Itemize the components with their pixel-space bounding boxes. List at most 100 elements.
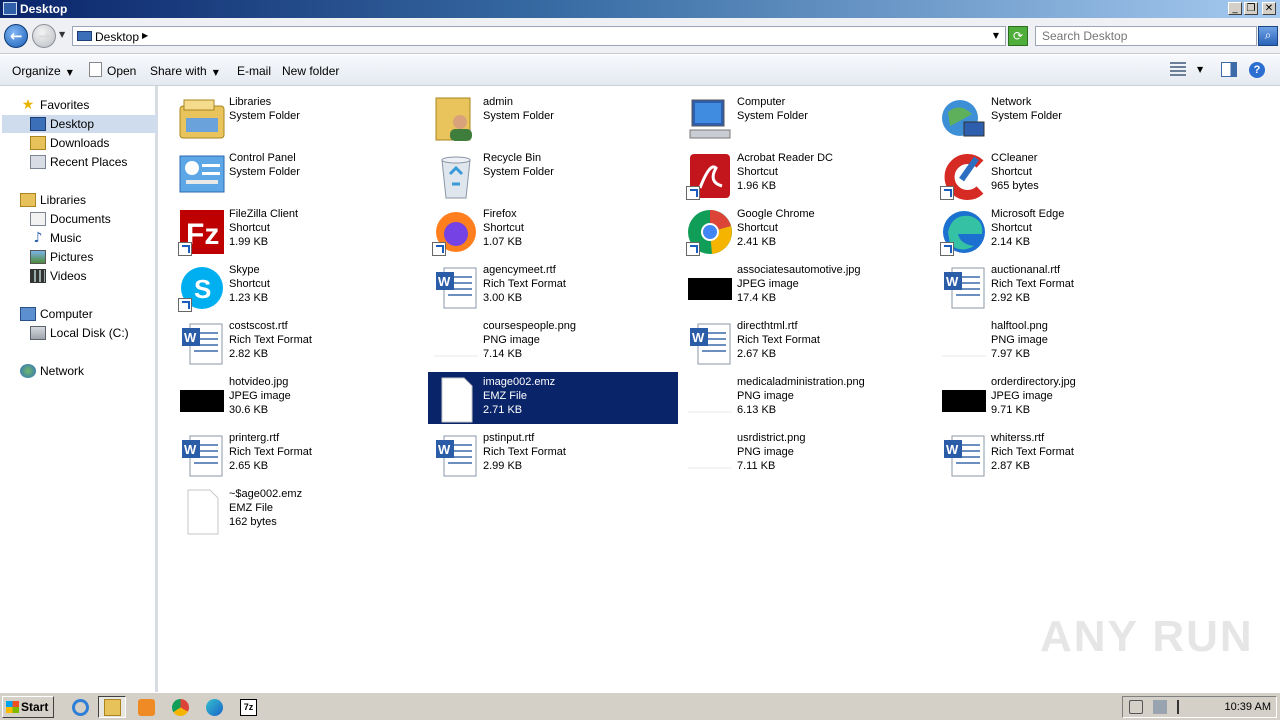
nav-documents[interactable]: Documents xyxy=(30,210,111,228)
nav-music[interactable]: ♪ Music xyxy=(30,229,82,247)
file-item[interactable]: Control Panel System Folder xyxy=(174,148,424,200)
file-item[interactable]: coursespeople.png PNG image 7.14 KB xyxy=(428,316,678,368)
network-tray-icon[interactable] xyxy=(1153,700,1167,714)
file-name: Skype xyxy=(229,264,260,276)
file-type: JPEG image xyxy=(991,390,1053,402)
file-item[interactable]: medicaladministration.png PNG image 6.13 K… xyxy=(682,372,932,424)
nav-label: Network xyxy=(40,364,85,378)
volume-icon[interactable] xyxy=(1129,700,1143,714)
file-item[interactable]: orderdirectory.jpg JPEG image 9.71 KB xyxy=(936,372,1186,424)
file-type: Rich Text Format xyxy=(483,278,566,290)
file-item[interactable]: ~$age002.emz EMZ File 162 bytes xyxy=(174,484,424,536)
recent-pages-dropdown[interactable]: ▼ xyxy=(59,30,65,39)
file-item[interactable]: Wprinterg.rtf Rich Text Format 2.65 KB xyxy=(174,428,424,480)
svg-text:W: W xyxy=(946,442,959,457)
file-size: 2.41 KB xyxy=(737,236,777,248)
edge-icon xyxy=(940,208,988,256)
address-box[interactable]: Desktop ▶ ▼ xyxy=(72,26,1006,46)
videos-icon xyxy=(30,269,46,283)
file-item[interactable]: Fz FileZilla Client Shortcut 1.99 KB xyxy=(174,204,424,256)
file-item[interactable]: Firefox Shortcut 1.07 KB xyxy=(428,204,678,256)
file-size: 2.71 KB xyxy=(483,404,523,416)
open-button[interactable]: Open xyxy=(107,64,136,78)
file-size: 1.96 KB xyxy=(737,180,777,192)
documents-icon xyxy=(30,212,46,226)
file-item[interactable]: Microsoft Edge Shortcut 2.14 KB xyxy=(936,204,1186,256)
taskbar-media-player[interactable] xyxy=(132,696,160,718)
nav-favorites[interactable]: ★ Favorites xyxy=(20,96,90,114)
file-item[interactable]: associatesautomotive.jpg JPEG image 17.4 K… xyxy=(682,260,932,312)
address-dropdown-icon[interactable]: ▼ xyxy=(993,31,999,40)
file-item[interactable]: Wwhiterss.rtf Rich Text Format 2.87 KB xyxy=(936,428,1186,480)
nav-network[interactable]: Network xyxy=(20,362,84,380)
file-type: Rich Text Format xyxy=(737,334,820,346)
file-item[interactable]: admin System Folder xyxy=(428,92,678,144)
start-button[interactable]: Start xyxy=(2,696,54,718)
7zip-icon: 7z xyxy=(240,699,257,716)
email-button[interactable]: E-mail xyxy=(237,64,271,78)
taskbar-explorer[interactable] xyxy=(98,696,126,718)
file-type: Shortcut xyxy=(991,222,1032,234)
file-item[interactable]: Wagencymeet.rtf Rich Text Format 3.00 KB xyxy=(428,260,678,312)
file-item[interactable]: Wauctionanal.rtf Rich Text Format 2.92 KB xyxy=(936,260,1186,312)
file-type: Shortcut xyxy=(483,222,524,234)
close-button[interactable]: ✕ xyxy=(1262,2,1276,15)
file-name: pstinput.rtf xyxy=(483,432,535,444)
file-item[interactable]: Network System Folder xyxy=(936,92,1186,144)
nav-computer[interactable]: Computer xyxy=(20,305,93,323)
search-input[interactable] xyxy=(1036,27,1236,45)
taskbar-edge[interactable] xyxy=(200,696,228,718)
file-item[interactable]: Recycle Bin System Folder xyxy=(428,148,678,200)
action-center-flag-icon[interactable] xyxy=(1177,700,1191,714)
user-folder-icon xyxy=(432,96,480,144)
nav-pictures[interactable]: Pictures xyxy=(30,248,93,266)
taskbar-ie[interactable] xyxy=(66,696,94,718)
file-item[interactable]: Computer System Folder xyxy=(682,92,932,144)
forward-arrow-icon: → xyxy=(38,27,51,45)
taskbar-7zip[interactable]: 7z xyxy=(234,696,262,718)
nav-recent-places[interactable]: Recent Places xyxy=(30,153,127,171)
file-item[interactable]: hotvideo.jpg JPEG image 30.6 KB xyxy=(174,372,424,424)
word-doc-icon: W xyxy=(178,432,226,480)
forward-button[interactable]: → xyxy=(32,24,56,48)
clock[interactable]: 10:39 AM xyxy=(1225,701,1271,713)
file-item[interactable]: Acrobat Reader DC Shortcut 1.96 KB xyxy=(682,148,932,200)
taskbar: Start 7z 10:39 AM xyxy=(0,692,1280,720)
file-item[interactable]: Wcostscost.rtf Rich Text Format 2.82 KB xyxy=(174,316,424,368)
word-doc-icon: W xyxy=(432,432,480,480)
nav-local-disk[interactable]: Local Disk (C:) xyxy=(30,324,129,342)
taskbar-chrome[interactable] xyxy=(166,696,194,718)
file-item[interactable]: Libraries System Folder xyxy=(174,92,424,144)
back-button[interactable]: ← xyxy=(4,24,28,48)
file-item[interactable]: image002.emz EMZ File 2.71 KB xyxy=(428,372,678,424)
file-type: Rich Text Format xyxy=(991,446,1074,458)
nav-libraries[interactable]: Libraries xyxy=(20,191,86,209)
file-item[interactable]: usrdistrict.png PNG image 7.11 KB xyxy=(682,428,932,480)
share-with-menu[interactable]: Share with ▼ xyxy=(150,64,219,78)
restore-button[interactable]: ❐ xyxy=(1244,2,1258,15)
nav-downloads[interactable]: Downloads xyxy=(30,134,109,152)
nav-label: Videos xyxy=(50,269,87,283)
file-size: 1.23 KB xyxy=(229,292,269,304)
file-size: 965 bytes xyxy=(991,180,1039,192)
star-icon: ★ xyxy=(21,97,35,113)
file-item[interactable]: Google Chrome Shortcut 2.41 KB xyxy=(682,204,932,256)
help-icon[interactable]: ? xyxy=(1249,62,1265,78)
file-item[interactable]: Wdirecthtml.rtf Rich Text Format 2.67 KB xyxy=(682,316,932,368)
nav-desktop[interactable]: Desktop xyxy=(2,115,157,133)
desktop-icon xyxy=(30,117,46,131)
view-options-chevron-icon[interactable]: ▼ xyxy=(1197,65,1203,74)
file-item[interactable]: Wpstinput.rtf Rich Text Format 2.99 KB xyxy=(428,428,678,480)
file-item[interactable]: CCleaner Shortcut 965 bytes xyxy=(936,148,1186,200)
search-icon[interactable]: ⌕ xyxy=(1258,26,1278,46)
new-folder-button[interactable]: New folder xyxy=(282,64,339,78)
preview-pane-icon[interactable] xyxy=(1221,62,1237,77)
minimize-button[interactable]: _ xyxy=(1228,2,1242,15)
breadcrumb-chevron-icon[interactable]: ▶ xyxy=(142,31,148,40)
nav-videos[interactable]: Videos xyxy=(30,267,86,285)
file-item[interactable]: halftool.png PNG image 7.97 KB xyxy=(936,316,1186,368)
refresh-button[interactable]: ⟳ xyxy=(1008,26,1028,46)
organize-menu[interactable]: Organize ▼ xyxy=(12,64,73,78)
file-item[interactable]: S Skype Shortcut 1.23 KB xyxy=(174,260,424,312)
change-view-icon[interactable] xyxy=(1170,62,1186,77)
